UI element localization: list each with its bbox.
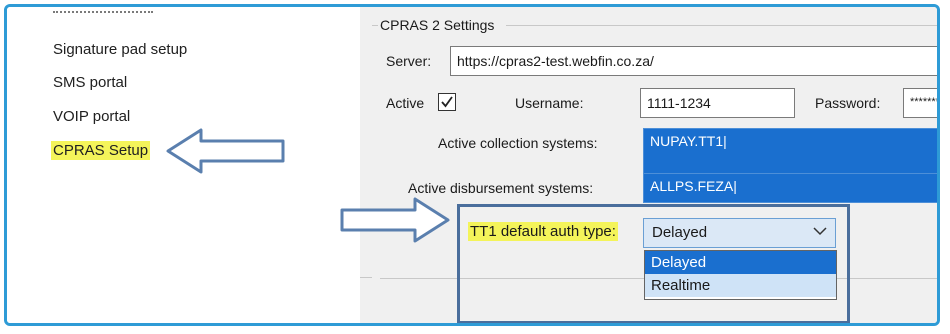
- settings-nav: Signature pad setup SMS portal VOIP port…: [7, 7, 361, 323]
- nav-item-cpras-setup[interactable]: CPRAS Setup: [51, 141, 151, 160]
- username-label: Username:: [515, 95, 584, 111]
- password-input[interactable]: **********: [903, 88, 937, 118]
- auth-type-label-text: TT1 default auth type:: [468, 222, 618, 241]
- collection-systems-label: Active collection systems:: [438, 135, 598, 151]
- active-label: Active: [386, 95, 425, 111]
- chevron-down-icon[interactable]: [813, 226, 827, 236]
- active-checkbox[interactable]: [438, 93, 456, 111]
- panel-divider-left: [360, 277, 372, 278]
- server-label: Server:: [386, 53, 432, 69]
- nav-item-voip-portal[interactable]: VOIP portal: [53, 108, 130, 125]
- password-label: Password:: [815, 95, 881, 111]
- nav-item-sms-portal[interactable]: SMS portal: [53, 74, 127, 91]
- nav-cutoff-item: [53, 7, 153, 13]
- auth-type-select[interactable]: Delayed: [643, 218, 836, 248]
- auth-option-delayed[interactable]: Delayed: [645, 251, 836, 274]
- left-arrow-icon: [166, 128, 285, 174]
- group-border-left: [372, 25, 378, 26]
- username-input[interactable]: 1111-1234: [640, 88, 795, 118]
- group-title: CPRAS 2 Settings: [380, 17, 495, 33]
- disbursement-systems-label: Active disbursement systems:: [408, 180, 594, 196]
- right-arrow-icon: [340, 197, 450, 243]
- auth-option-realtime[interactable]: Realtime: [645, 274, 836, 297]
- screenshot-frame: Signature pad setup SMS portal VOIP port…: [4, 4, 940, 326]
- auth-type-selected-value: Delayed: [652, 224, 708, 241]
- server-input[interactable]: https://cpras2-test.webfin.co.za/: [450, 46, 937, 76]
- group-border-right: [506, 25, 937, 26]
- auth-type-label: TT1 default auth type:: [468, 222, 618, 241]
- nav-item-signature-pad[interactable]: Signature pad setup: [53, 41, 187, 58]
- cpras-settings-panel: CPRAS 2 Settings Server: https://cpras2-…: [360, 7, 937, 323]
- collection-systems-list[interactable]: NUPAY.TT1|: [643, 128, 937, 178]
- checkmark-icon: [441, 96, 453, 108]
- auth-type-dropdown: Delayed Realtime: [644, 250, 837, 300]
- disbursement-systems-list[interactable]: ALLPS.FEZA|: [643, 173, 937, 203]
